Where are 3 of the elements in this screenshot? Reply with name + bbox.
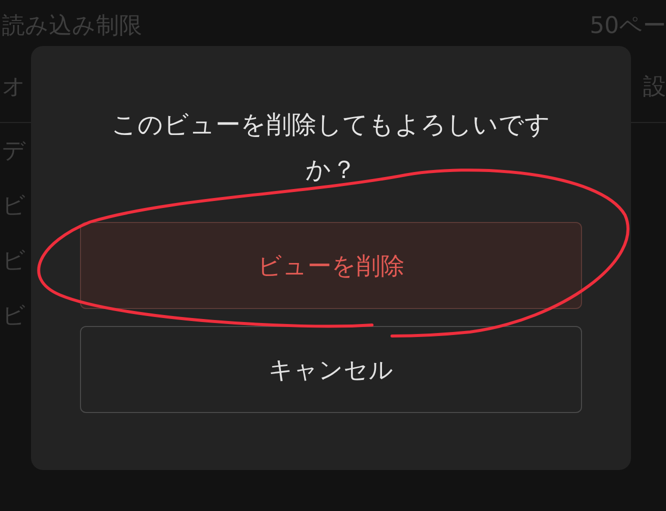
cancel-button[interactable]: キャンセル: [80, 326, 582, 413]
delete-button[interactable]: ビューを削除: [80, 222, 582, 309]
dialog-message: このビューを削除してもよろしいですか？: [110, 109, 552, 186]
